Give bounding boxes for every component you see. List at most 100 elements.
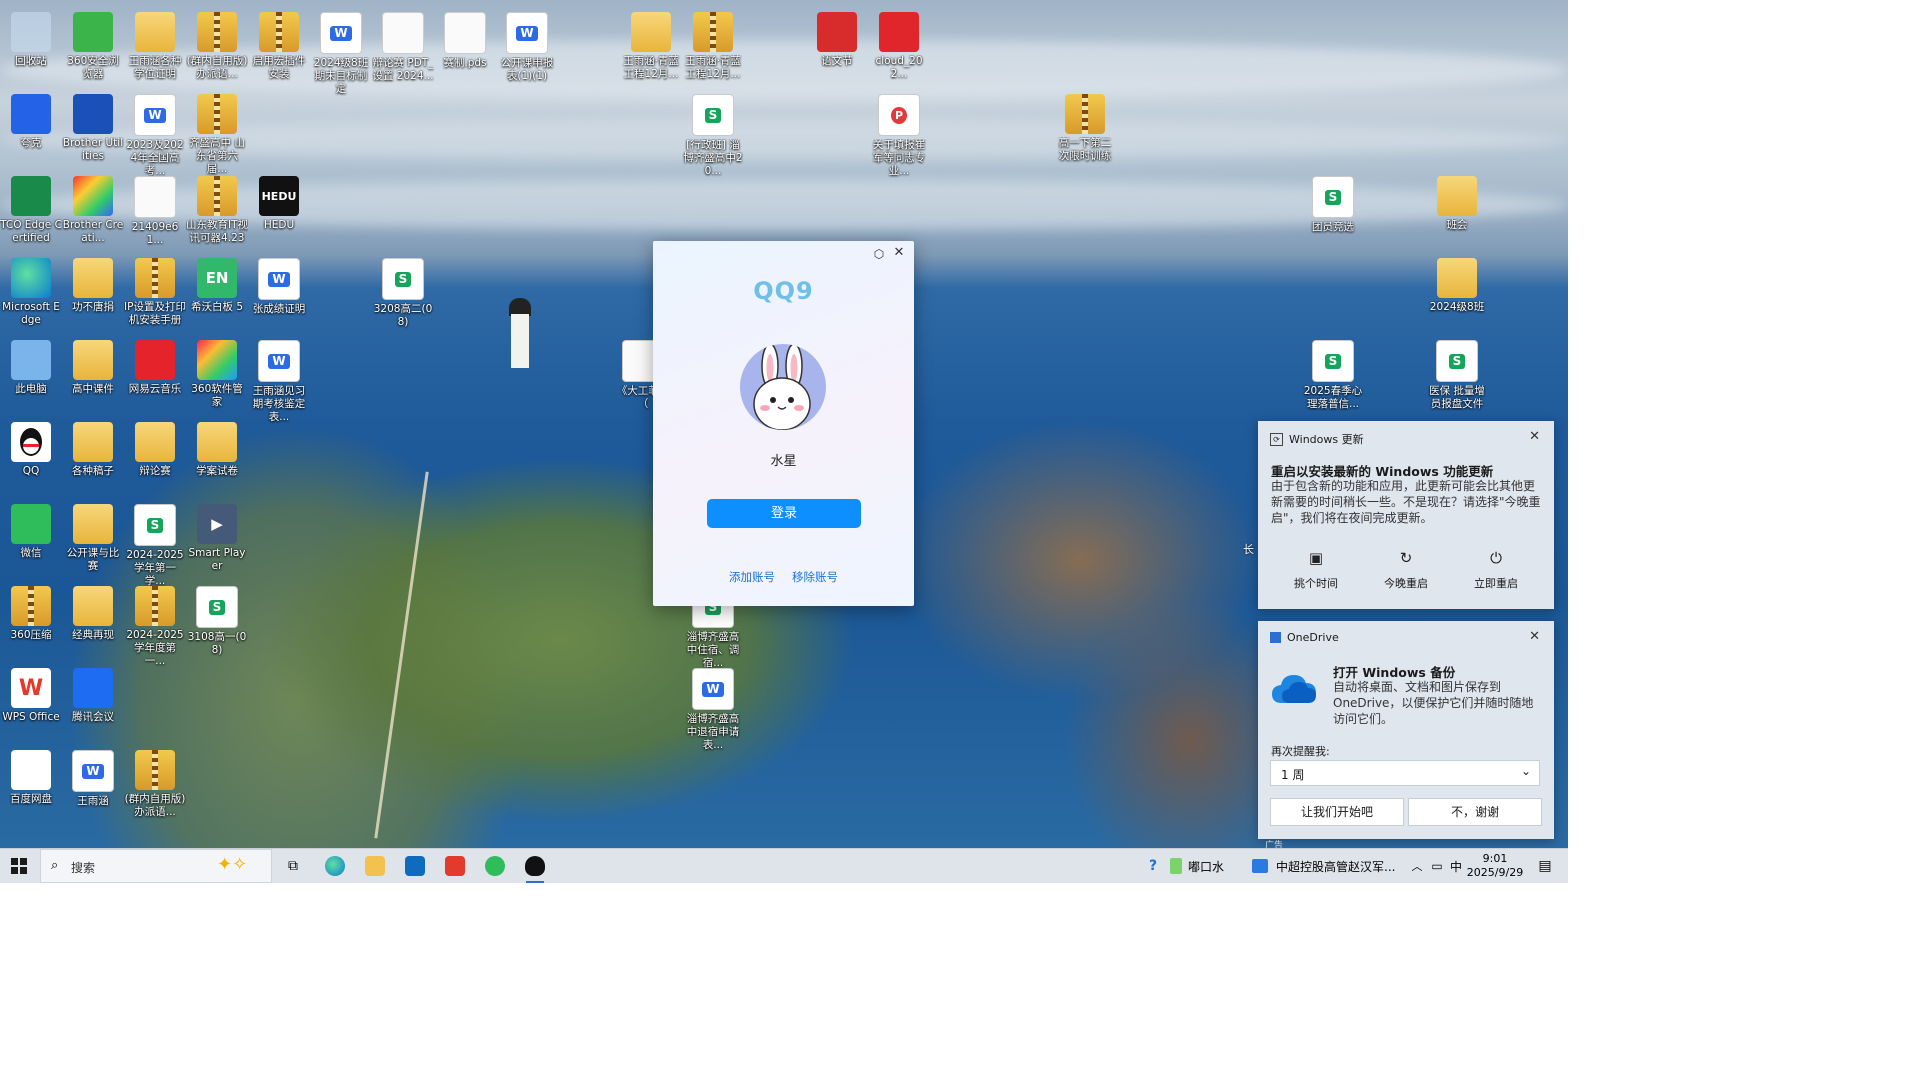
desktop-icon[interactable]: EN 希沃白板 5 <box>186 252 248 314</box>
account-nickname: 水星 <box>770 454 797 469</box>
zip-icon <box>135 750 175 790</box>
desktop-icon[interactable]: W 淄博齐盛高中退宿申请表... <box>682 662 744 752</box>
restart-tonight-button[interactable]: ↻ 今晚重启 <box>1361 549 1451 591</box>
qq-login-window[interactable]: ⬡ ✕ QQ9 水星 登录 添加账号 移除账号 <box>653 241 914 606</box>
close-icon[interactable]: ✕ <box>892 246 906 260</box>
desktop-icon[interactable]: 2024-2025学年度第一... <box>124 580 186 668</box>
get-started-button[interactable]: 让我们开始吧 <box>1270 798 1404 826</box>
desktop-icon-label: cloud_202... <box>875 55 923 80</box>
desktop-icon[interactable]: S [行政班] 淄博齐盛高中20... <box>682 88 744 178</box>
taskbar-outlook[interactable] <box>396 849 434 883</box>
desktop-icon[interactable]: 辩论赛 <box>124 416 186 478</box>
desktop-icon[interactable]: ▶ Smart Player <box>186 498 248 573</box>
desktop-icon[interactable]: 网易云音乐 <box>124 334 186 396</box>
desktop-icon[interactable]: 语文节 <box>806 6 868 68</box>
desktop-icon[interactable]: 王雨涵·青蓝工程12月... <box>682 6 744 81</box>
desktop-icon[interactable]: 经典再现 <box>62 580 124 642</box>
help-tray-button[interactable]: ? <box>1142 849 1164 883</box>
close-icon[interactable]: ✕ <box>1529 429 1540 444</box>
desktop-icon[interactable]: 360安全浏览器 <box>62 6 124 81</box>
desktop-icon[interactable]: HEDU HEDU <box>248 170 310 232</box>
desktop-icon[interactable]: S 团员竞选 <box>1302 170 1364 234</box>
pdf-icon: P <box>878 94 920 136</box>
desktop-icon[interactable]: 辩论赛 PDT_设置 2024... <box>372 6 434 83</box>
pick-time-button[interactable]: ▣ 挑个时间 <box>1271 549 1361 591</box>
login-button[interactable]: 登录 <box>707 499 861 528</box>
desktop-icon[interactable]: S 3208高二(08) <box>372 252 434 329</box>
desktop-icon[interactable]: Microsoft Edge <box>0 252 62 327</box>
search-input[interactable]: ⌕ 搜索 ✦✧ <box>40 849 272 883</box>
desktop-icon[interactable]: 2024级8班 <box>1426 252 1488 314</box>
desktop-icon[interactable]: 齐盛高中 山东省第六届... <box>186 88 248 176</box>
restart-now-button[interactable]: ⏻ 立即重启 <box>1451 549 1541 591</box>
desktop-icon[interactable]: 此电脑 <box>0 334 62 396</box>
action-center-button[interactable]: ▤ <box>1530 849 1560 883</box>
desktop-icon[interactable]: W 王雨涵见习期考核鉴定表... <box>248 334 310 424</box>
ime-indicator[interactable]: 中 <box>1446 849 1466 883</box>
settings-icon[interactable]: ⬡ <box>872 247 886 261</box>
desktop-icon[interactable]: 功不唐捐 <box>62 252 124 314</box>
desktop-icon[interactable]: P 关于填报崔军等同志专业... <box>868 88 930 178</box>
desktop-icon[interactable]: Brother Utilities <box>62 88 124 163</box>
desktop-icon[interactable]: S 2025春季心理落普信... <box>1302 334 1364 411</box>
desktop-icon[interactable]: W 公开课申报表(1)(1) <box>496 6 558 83</box>
desktop-icon[interactable]: 班会 <box>1426 170 1488 232</box>
desktop-icon[interactable]: 王雨涵·青蓝工程12月... <box>620 6 682 81</box>
desktop-icon-label: 王雨涵·青蓝工程12月... <box>623 55 679 80</box>
desktop-icon[interactable]: 山东教育IT视讯可器4.23 <box>186 170 248 245</box>
onedrive-toast[interactable]: OneDrive ✕ 打开 Windows 备份 自动将桌面、文档和图片保存到 … <box>1258 621 1554 839</box>
clock[interactable]: 9:01 2025/9/29 <box>1464 849 1526 883</box>
desktop-icon[interactable]: 启用宏插件安装 <box>248 6 310 81</box>
desktop-icon[interactable]: 腾讯会议 <box>62 662 124 724</box>
desktop-icon[interactable]: IP设置及打印机安装手册 <box>124 252 186 327</box>
pc-icon <box>11 340 51 380</box>
close-icon[interactable]: ✕ <box>1529 629 1540 644</box>
desktop-icon[interactable]: cloud_202... <box>868 6 930 81</box>
desktop-icon[interactable]: 21409e61... <box>124 170 186 247</box>
desktop-icon[interactable]: 高一下第二次限时训练 <box>1054 88 1116 163</box>
desktop-icon[interactable]: S 医保 批量增员报盘文件 <box>1426 334 1488 411</box>
desktop-icon[interactable]: W 2024级8班期末目标制定 <box>310 6 372 96</box>
desktop-icon[interactable]: 公开课与比赛 <box>62 498 124 573</box>
desktop-icon[interactable]: W 张成绩证明 <box>248 252 310 316</box>
desktop-icon[interactable]: 360压缩 <box>0 580 62 642</box>
desktop-icon[interactable]: (群内自用版) 办派语... <box>124 744 186 819</box>
remind-select[interactable]: 1 周 ⌄ <box>1270 760 1540 786</box>
desktop-icon[interactable]: 赛制.pds <box>434 6 496 70</box>
desktop-icon[interactable]: TCO Edge Certified <box>0 170 62 245</box>
task-view-button[interactable]: ⧉ <box>274 849 312 883</box>
desktop-icon[interactable]: S 2024-2025学年第一学... <box>124 498 186 588</box>
desktop-icon[interactable]: 学案试卷 <box>186 416 248 478</box>
no-thanks-button[interactable]: 不，谢谢 <box>1408 798 1542 826</box>
desktop-icon[interactable]: S 3108高一(08) <box>186 580 248 657</box>
desktop-icon[interactable]: 夸克 <box>0 88 62 150</box>
weather-widget[interactable]: 嘟口水 <box>1170 849 1240 883</box>
taskbar-qq[interactable] <box>516 849 554 883</box>
taskbar-wechat[interactable] <box>476 849 514 883</box>
add-account-link[interactable]: 添加账号 <box>729 569 775 585</box>
desktop-icon[interactable]: 回收站 <box>0 6 62 68</box>
desktop-icon[interactable]: 高中课件 <box>62 334 124 396</box>
desktop-icon[interactable]: QQ <box>0 416 62 478</box>
network-tray-button[interactable]: ▭ <box>1428 849 1446 883</box>
taskbar-edge[interactable] <box>316 849 354 883</box>
desktop-icon[interactable]: W 2023及2024年全国高考... <box>124 88 186 178</box>
desktop-icon[interactable]: 百度网盘 <box>0 744 62 806</box>
desktop-icon[interactable]: 微信 <box>0 498 62 560</box>
remove-account-link[interactable]: 移除账号 <box>792 569 838 585</box>
desktop-icon[interactable]: 各种稿子 <box>62 416 124 478</box>
desktop-icon[interactable]: 360软件管家 <box>186 334 248 409</box>
show-hidden-icons-button[interactable]: ︿ <box>1408 849 1426 883</box>
taskbar-explorer[interactable] <box>356 849 394 883</box>
taskbar-wps[interactable] <box>436 849 474 883</box>
qq-icon <box>525 856 545 876</box>
desktop-icon[interactable]: Brother Creati... <box>62 170 124 245</box>
start-button[interactable] <box>0 849 38 883</box>
desktop-icon[interactable]: (群内自用版) 办派语... <box>186 6 248 81</box>
desktop-icon[interactable]: W WPS Office <box>0 662 62 724</box>
news-widget[interactable]: 中超控股高管赵汉军... <box>1252 849 1402 883</box>
desktop-icon[interactable]: 王雨涵各种学位证明 <box>124 6 186 81</box>
desktop-icon[interactable]: W 王雨涵 <box>62 744 124 808</box>
avatar[interactable] <box>740 344 826 430</box>
windows-update-toast[interactable]: ⟳ Windows 更新 ✕ 重启以安装最新的 Windows 功能更新 由于包… <box>1258 421 1554 609</box>
